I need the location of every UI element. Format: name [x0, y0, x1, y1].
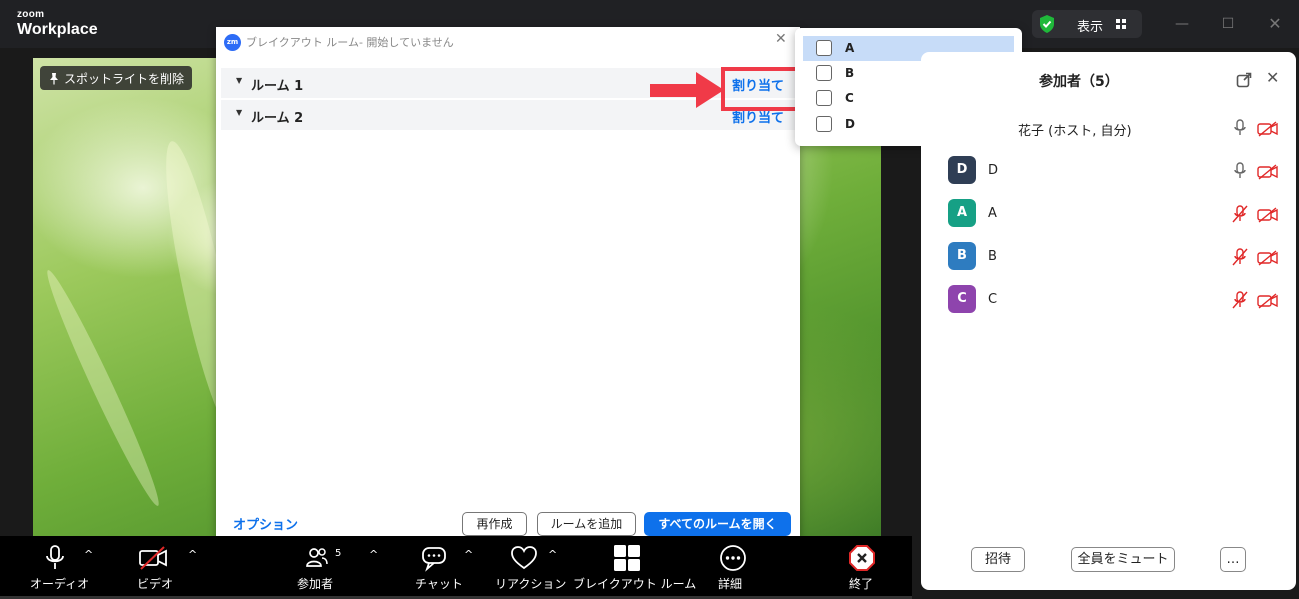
popout-icon[interactable]	[1236, 72, 1252, 88]
red-highlight-box	[721, 67, 799, 111]
video-off-icon[interactable]	[1257, 293, 1279, 309]
audio-label: オーディオ	[30, 577, 90, 591]
add-room-button[interactable]: ルームを追加	[537, 512, 636, 536]
avatar: A	[948, 199, 976, 227]
dialog-title-bar: zm ブレイクアウト ルーム- 開始していません	[224, 33, 454, 51]
chat-options-caret-icon[interactable]: ^	[464, 548, 473, 561]
red-arrow-annotation	[650, 72, 724, 108]
logo-top-text: zoom	[17, 9, 45, 20]
remove-spotlight-button[interactable]: スポットライトを削除	[40, 66, 193, 90]
expand-caret-icon[interactable]: ▼	[236, 108, 242, 117]
grid-icon	[1116, 19, 1126, 29]
mic-muted-icon[interactable]	[1232, 248, 1248, 266]
heart-icon	[511, 546, 537, 570]
participants-label: 参加者	[297, 577, 334, 591]
more-icon	[720, 545, 746, 571]
participants-panel: 参加者（5） ✕ 花子 (ホスト, 自分) D D A A B B C C 招待…	[921, 52, 1296, 590]
avatar: B	[948, 242, 976, 270]
minimize-icon[interactable]: —	[1172, 14, 1192, 34]
more-options-button[interactable]: …	[1220, 547, 1246, 572]
reactions-button[interactable]: リアクション	[494, 536, 566, 599]
participant-name: C	[988, 292, 998, 307]
video-off-icon[interactable]	[1257, 164, 1279, 180]
chat-icon	[422, 547, 446, 572]
invite-button[interactable]: 招待	[971, 547, 1025, 572]
dialog-title: ブレイクアウト ルーム- 開始していません	[246, 36, 454, 49]
audio-options-caret-icon[interactable]: ^	[84, 548, 93, 561]
avatar: C	[948, 285, 976, 313]
checkbox[interactable]	[816, 90, 832, 106]
chat-label: チャット	[415, 577, 463, 591]
end-icon	[849, 545, 875, 571]
participants-options-caret-icon[interactable]: ^	[369, 548, 378, 561]
more-button[interactable]: 詳細	[716, 536, 750, 599]
participant-row[interactable]: 花子 (ホスト, 自分)	[921, 113, 1296, 143]
participants-button[interactable]: 参加者	[297, 536, 341, 599]
video-label: ビデオ	[137, 577, 174, 591]
participant-row[interactable]: D D	[921, 156, 1296, 186]
zoom-logo: zoom Workplace	[17, 9, 98, 39]
audio-button[interactable]: オーディオ	[28, 536, 89, 599]
participant-row[interactable]: B B	[921, 242, 1296, 272]
participant-name: D	[845, 117, 855, 131]
participant-name: 花子 (ホスト, 自分)	[1018, 124, 1132, 139]
room-name: ルーム 1	[251, 79, 304, 94]
video-off-icon[interactable]	[1257, 250, 1279, 266]
view-button[interactable]: 表示	[1032, 10, 1142, 38]
recreate-button[interactable]: 再作成	[462, 512, 527, 536]
maximize-icon[interactable]: ☐	[1218, 14, 1238, 34]
mic-muted-icon[interactable]	[1232, 291, 1248, 309]
participants-count-badge: 5	[335, 548, 342, 559]
video-options-caret-icon[interactable]: ^	[188, 548, 197, 561]
options-link[interactable]: オプション	[233, 514, 298, 533]
participant-name: B	[988, 249, 997, 264]
participant-name: D	[988, 163, 999, 178]
breakout-rooms-button[interactable]: ブレイクアウト ルーム	[573, 536, 696, 599]
video-button[interactable]: ビデオ	[133, 536, 177, 599]
close-window-icon[interactable]: ✕	[1265, 14, 1285, 34]
more-label: 詳細	[718, 577, 743, 591]
expand-caret-icon[interactable]: ▼	[236, 76, 242, 85]
panel-close-icon[interactable]: ✕	[1266, 68, 1279, 87]
participant-row[interactable]: C C	[921, 285, 1296, 315]
mic-icon	[46, 545, 64, 569]
participant-name: A	[845, 41, 855, 55]
participants-icon	[306, 548, 328, 567]
participant-name: A	[988, 206, 997, 221]
open-all-rooms-button[interactable]: すべてのルームを開く	[644, 512, 791, 536]
panel-title: 参加者（5）	[1039, 74, 1119, 90]
checkbox[interactable]	[816, 116, 832, 132]
video-off-icon[interactable]	[1257, 207, 1279, 223]
mic-icon[interactable]	[1232, 162, 1248, 180]
zoom-app-icon: zm	[224, 33, 241, 51]
reactions-label: リアクション	[495, 577, 567, 591]
checkbox[interactable]	[816, 65, 832, 81]
chat-button[interactable]: チャット	[414, 536, 463, 599]
participant-name: B	[845, 66, 855, 80]
participant-name: C	[845, 91, 854, 105]
mic-icon[interactable]	[1232, 119, 1248, 137]
reactions-options-caret-icon[interactable]: ^	[548, 548, 557, 561]
video-off-icon	[139, 546, 167, 570]
shield-check-icon	[1040, 15, 1054, 33]
avatar: D	[948, 156, 976, 184]
end-label: 終了	[849, 577, 874, 591]
logo-bottom-text: Workplace	[17, 21, 98, 38]
spotlight-label: スポットライトを削除	[64, 71, 185, 86]
breakout-rooms-icon	[614, 545, 640, 571]
mute-all-button[interactable]: 全員をミュート	[1071, 547, 1175, 572]
checkbox[interactable]	[816, 40, 832, 56]
breakout-rooms-label: ブレイクアウト ルーム	[573, 577, 697, 591]
dialog-close-icon[interactable]: ✕	[775, 31, 787, 47]
unpin-icon	[50, 72, 58, 84]
end-meeting-button[interactable]: 終了	[846, 536, 878, 599]
meeting-toolbar: オーディオ ^ ビデオ ^ 参加者 5 ^ チャット ^ リアクション ^ ブレ…	[0, 536, 912, 599]
video-off-icon[interactable]	[1257, 121, 1279, 137]
view-label: 表示	[1077, 20, 1104, 35]
room-name: ルーム 2	[251, 111, 304, 126]
participant-row[interactable]: A A	[921, 199, 1296, 229]
mic-muted-icon[interactable]	[1232, 205, 1248, 223]
